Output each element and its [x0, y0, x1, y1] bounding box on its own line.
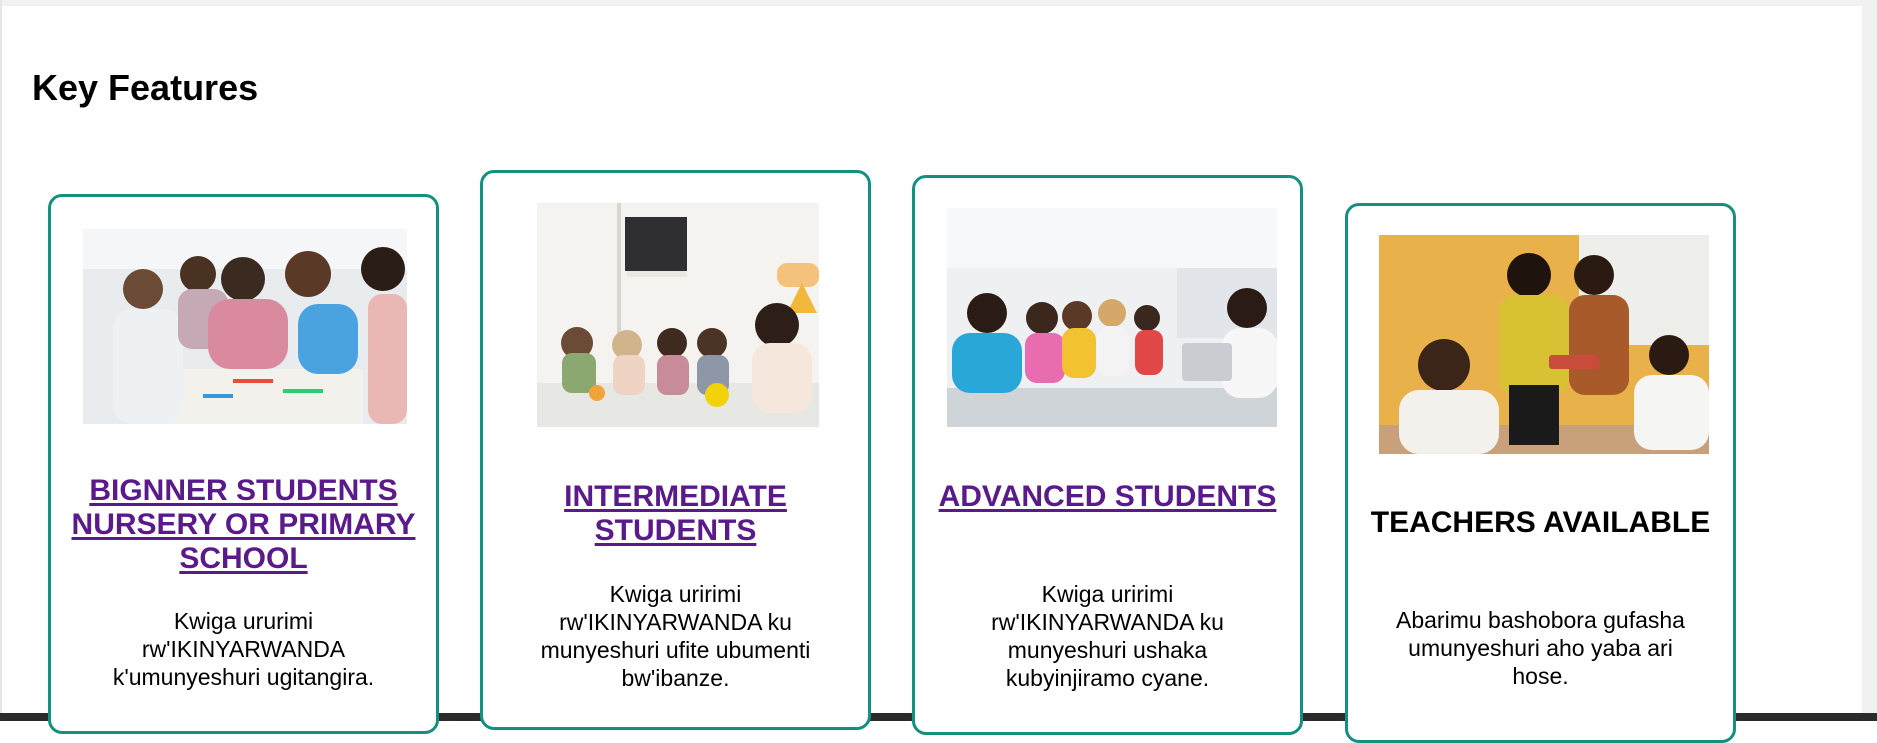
feature-card-intermediate: INTERMEDIATE STUDENTS Kwiga uririmi rw'I… — [480, 170, 871, 730]
beginner-students-description: Kwiga ururimi rw'IKINYARWANDA k'umunyesh… — [112, 608, 375, 690]
teachers-available-photo — [1379, 235, 1709, 454]
advanced-students-photo — [947, 208, 1277, 427]
scrollbar-track[interactable] — [1862, 0, 1877, 713]
teachers-available-description: Abarimu bashobora gufasha umunyeshuri ah… — [1396, 607, 1685, 689]
section-title: Key Features — [32, 67, 259, 108]
advanced-students-title: ADVANCED STUDENTS — [915, 480, 1300, 514]
left-edge — [0, 0, 2, 713]
advanced-students-description: Kwiga uririmi rw'IKINYARWANDA ku munyesh… — [991, 581, 1224, 691]
feature-card-beginner: BIGNNER STUDENTS NURSERY OR PRIMARY SCHO… — [48, 194, 439, 734]
advanced-students-link[interactable]: ADVANCED STUDENTS — [939, 480, 1277, 513]
beginner-students-link[interactable]: BIGNNER STUDENTS NURSERY OR PRIMARY SCHO… — [72, 474, 416, 575]
intermediate-students-title: INTERMEDIATE STUDENTS — [483, 480, 868, 548]
feature-card-teachers: TEACHERS AVAILABLE Abarimu bashobora guf… — [1345, 203, 1736, 743]
feature-card-advanced: ADVANCED STUDENTS Kwiga uririmi rw'IKINY… — [912, 175, 1303, 735]
intermediate-students-photo — [537, 203, 819, 427]
beginner-students-title: BIGNNER STUDENTS NURSERY OR PRIMARY SCHO… — [51, 474, 436, 576]
intermediate-students-description: Kwiga uririmi rw'IKINYARWANDA ku munyesh… — [540, 581, 811, 691]
intermediate-students-link[interactable]: INTERMEDIATE STUDENTS — [564, 480, 787, 547]
browser-top-edge — [0, 0, 1877, 6]
teachers-available-title: TEACHERS AVAILABLE — [1370, 506, 1711, 539]
beginner-students-photo — [83, 229, 407, 424]
